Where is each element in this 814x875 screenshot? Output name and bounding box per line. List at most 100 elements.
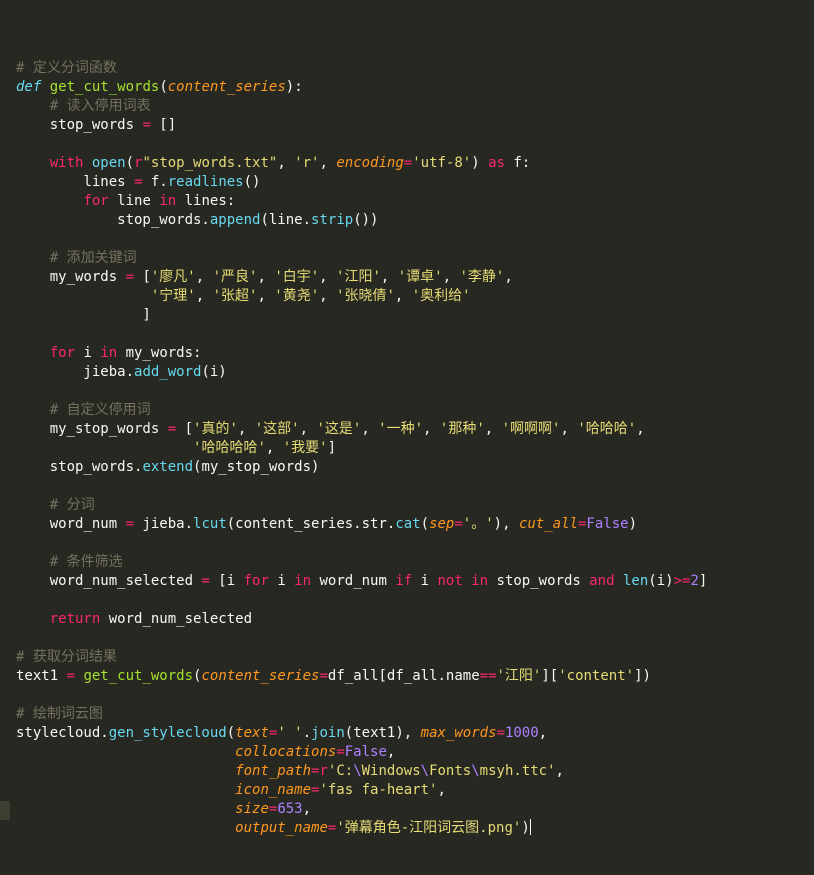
code-line[interactable]: # 添加关键词 [16,249,707,268]
code-line[interactable]: stop_words = [] [16,116,707,135]
code-token: ]) [634,668,651,684]
code-token: ( [159,79,168,95]
code-line[interactable]: jieba.add_word(i) [16,363,707,382]
code-line[interactable] [16,629,707,648]
code-line[interactable]: stop_words.append(line.strip()) [16,211,707,230]
code-line[interactable]: # 读入停用词表 [16,97,707,116]
code-token: \ [471,763,480,779]
code-line[interactable]: collocations=False, [16,743,707,762]
code-line[interactable]: # 获取分词结果 [16,648,707,667]
code-token: in [294,573,312,589]
code-token: , [195,288,213,304]
code-token: , [195,269,213,285]
code-token: '张超' [212,288,258,304]
code-token: '黄尧' [274,288,320,304]
code-line[interactable]: for i in my_words: [16,344,707,363]
code-line[interactable]: lines = f.readlines() [16,173,707,192]
code-token: \ [420,763,430,779]
code-line[interactable]: with open(r"stop_words.txt", 'r', encodi… [16,154,707,173]
code-token: # 绘制词云图 [16,706,103,722]
code-token: = [454,516,463,532]
code-line[interactable]: font_path=r'C:\Windows\Fonts\msyh.ttc', [16,762,707,781]
code-token: ] [698,573,708,589]
code-line[interactable]: text1 = get_cut_words(content_series=df_… [16,667,707,686]
code-area[interactable]: # 定义分词函数 def get_cut_words(content_series… [16,40,707,838]
code-line[interactable]: '哈哈哈哈', '我要'] [16,439,707,458]
code-line[interactable] [16,686,707,705]
code-line[interactable] [16,477,707,496]
code-token: in [100,345,118,361]
code-line[interactable]: my_stop_words = ['真的', '这部', '这是', '一种',… [16,420,707,439]
code-line[interactable]: word_num = jieba.lcut(content_series.str… [16,515,707,534]
code-line[interactable]: output_name='弹幕角色-江阳词云图.png') [16,819,707,838]
code-line[interactable]: stylecloud.gen_stylecloud(text = ' '.join(… [16,724,707,743]
code-token: open [91,155,126,171]
code-token: not [437,573,463,589]
code-token: r [319,763,328,779]
code-token: 2 [690,573,699,589]
code-token: = [142,117,151,133]
code-token: ' ' [277,725,303,741]
code-line[interactable] [16,534,707,553]
code-line[interactable] [16,40,707,59]
code-line[interactable]: # 分词 [16,496,707,515]
code-line[interactable] [16,591,707,610]
code-line[interactable] [16,135,707,154]
code-token: get_cut_words [49,79,160,95]
code-line[interactable] [16,382,707,401]
code-token: # 定义分词函数 [16,60,117,76]
code-token: '真的' [193,421,238,437]
code-token: stylecloud. [16,725,109,741]
code-line[interactable]: my_words = ['廖凡', '严良', '白宇', '江阳', '谭卓'… [16,268,707,287]
code-line[interactable]: # 定义分词函数 [16,59,707,78]
code-token: = [167,421,177,437]
code-line[interactable]: stop_words.extend(my_stop_words) [16,458,707,477]
code-line[interactable]: return word_num_selected [16,610,707,629]
code-token: , [265,440,283,456]
code-token: (content_series.str. [226,516,396,532]
code-editor[interactable]: # 定义分词函数 def get_cut_words(content_series… [0,0,814,875]
code-line[interactable] [16,325,707,344]
code-token: return [49,611,101,627]
code-line[interactable]: # 自定义停用词 [16,401,707,420]
code-token: i [268,573,295,589]
code-token: = [319,668,328,684]
current-line-gutter-marker [0,801,10,820]
code-line[interactable]: '宁理', '张超', '黄尧', '张晓倩', '奥利给' [16,287,707,306]
code-token: , [361,421,379,437]
code-token: '哈哈哈哈' [193,440,266,456]
code-line[interactable]: for line in lines: [16,192,707,211]
code-line[interactable]: word_num_selected = [i for i in word_num… [16,572,708,591]
code-line[interactable]: icon_name='fas fa-heart', [16,781,707,800]
code-token: if [395,573,413,589]
code-line[interactable]: # 绘制词云图 [16,705,707,724]
code-token: 653 [277,801,303,817]
code-token: ): [285,79,303,95]
code-token: icon_name [235,782,312,798]
code-token: ] [327,440,337,456]
code-token: '啊啊啊' [501,421,561,437]
code-token: '严良' [212,269,258,285]
code-line[interactable] [16,230,707,249]
code-token: msyh.ttc' [479,763,556,779]
code-token: ), [493,516,519,532]
code-token: word_num [16,516,126,532]
code-token: '这部' [254,421,300,437]
code-token: jieba. [16,364,135,380]
code-token: , [257,269,275,285]
code-line[interactable]: ] [16,306,707,325]
code-token: [] [150,117,177,133]
code-line[interactable]: size=653, [16,800,707,819]
code-token: for [49,345,76,361]
code-line[interactable]: # 条件筛选 [16,553,707,572]
code-token: 'content' [558,668,635,684]
code-token: content_series [201,668,320,684]
code-token: my_words: [117,345,202,361]
code-token: i [75,345,101,361]
code-token: = [403,155,413,171]
code-line[interactable]: def get_cut_words(content_series): [16,78,707,97]
